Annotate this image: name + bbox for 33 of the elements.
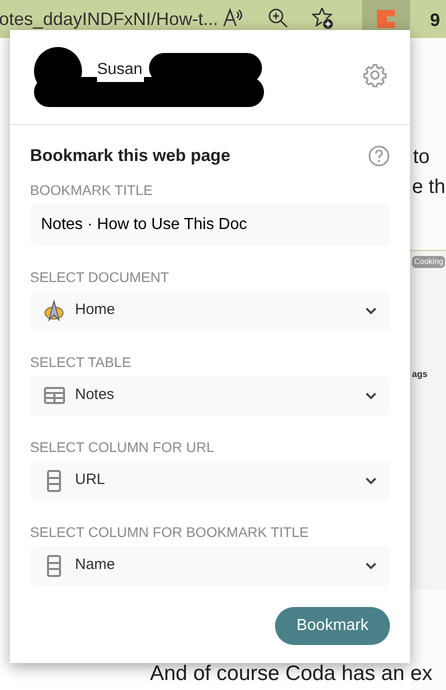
chevron-down-icon <box>365 562 377 570</box>
chip-label: Cooking <box>412 256 446 268</box>
field-label: SELECT COLUMN FOR BOOKMARK TITLE <box>30 522 310 540</box>
field-label: BOOKMARK TITLE <box>30 180 154 198</box>
chevron-down-icon <box>365 476 377 484</box>
help-icon[interactable] <box>368 144 390 167</box>
page-text: to <box>413 145 430 170</box>
page-text: And of course Coda has an ex <box>150 661 433 687</box>
column-icon <box>47 554 61 576</box>
field-label: SELECT TABLE <box>30 352 132 370</box>
document-badge-icon <box>44 300 64 322</box>
select-dropdown[interactable]: URL <box>30 460 390 500</box>
select-dropdown[interactable]: Home <box>30 290 390 330</box>
address-text[interactable]: otes_ddayINDFxNI/How-t... <box>0 6 218 32</box>
bookmark-button[interactable]: Bookmark <box>275 606 390 644</box>
title-input-field[interactable]: Notes · How to Use This Doc <box>30 204 390 246</box>
extension-icon <box>377 10 395 28</box>
select-dropdown[interactable]: Notes <box>30 376 390 416</box>
column-icon <box>47 470 61 492</box>
chevron-down-icon <box>365 306 377 314</box>
zoom-in-icon[interactable] <box>268 8 288 28</box>
page-text: e th <box>412 175 446 200</box>
zoom-percent-text: 9 <box>430 9 440 32</box>
field-label: SELECT DOCUMENT <box>30 268 170 286</box>
table-icon <box>44 387 64 404</box>
field-label: SELECT COLUMN FOR URL <box>30 438 216 456</box>
favorite-add-icon[interactable] <box>311 6 335 30</box>
column-header: ags <box>412 368 428 381</box>
chevron-down-icon <box>365 392 377 400</box>
select-dropdown[interactable]: Name <box>30 546 390 586</box>
read-aloud-icon[interactable] <box>222 8 244 28</box>
settings-icon[interactable] <box>362 62 388 88</box>
popup-heading: Bookmark this web page <box>30 145 230 167</box>
